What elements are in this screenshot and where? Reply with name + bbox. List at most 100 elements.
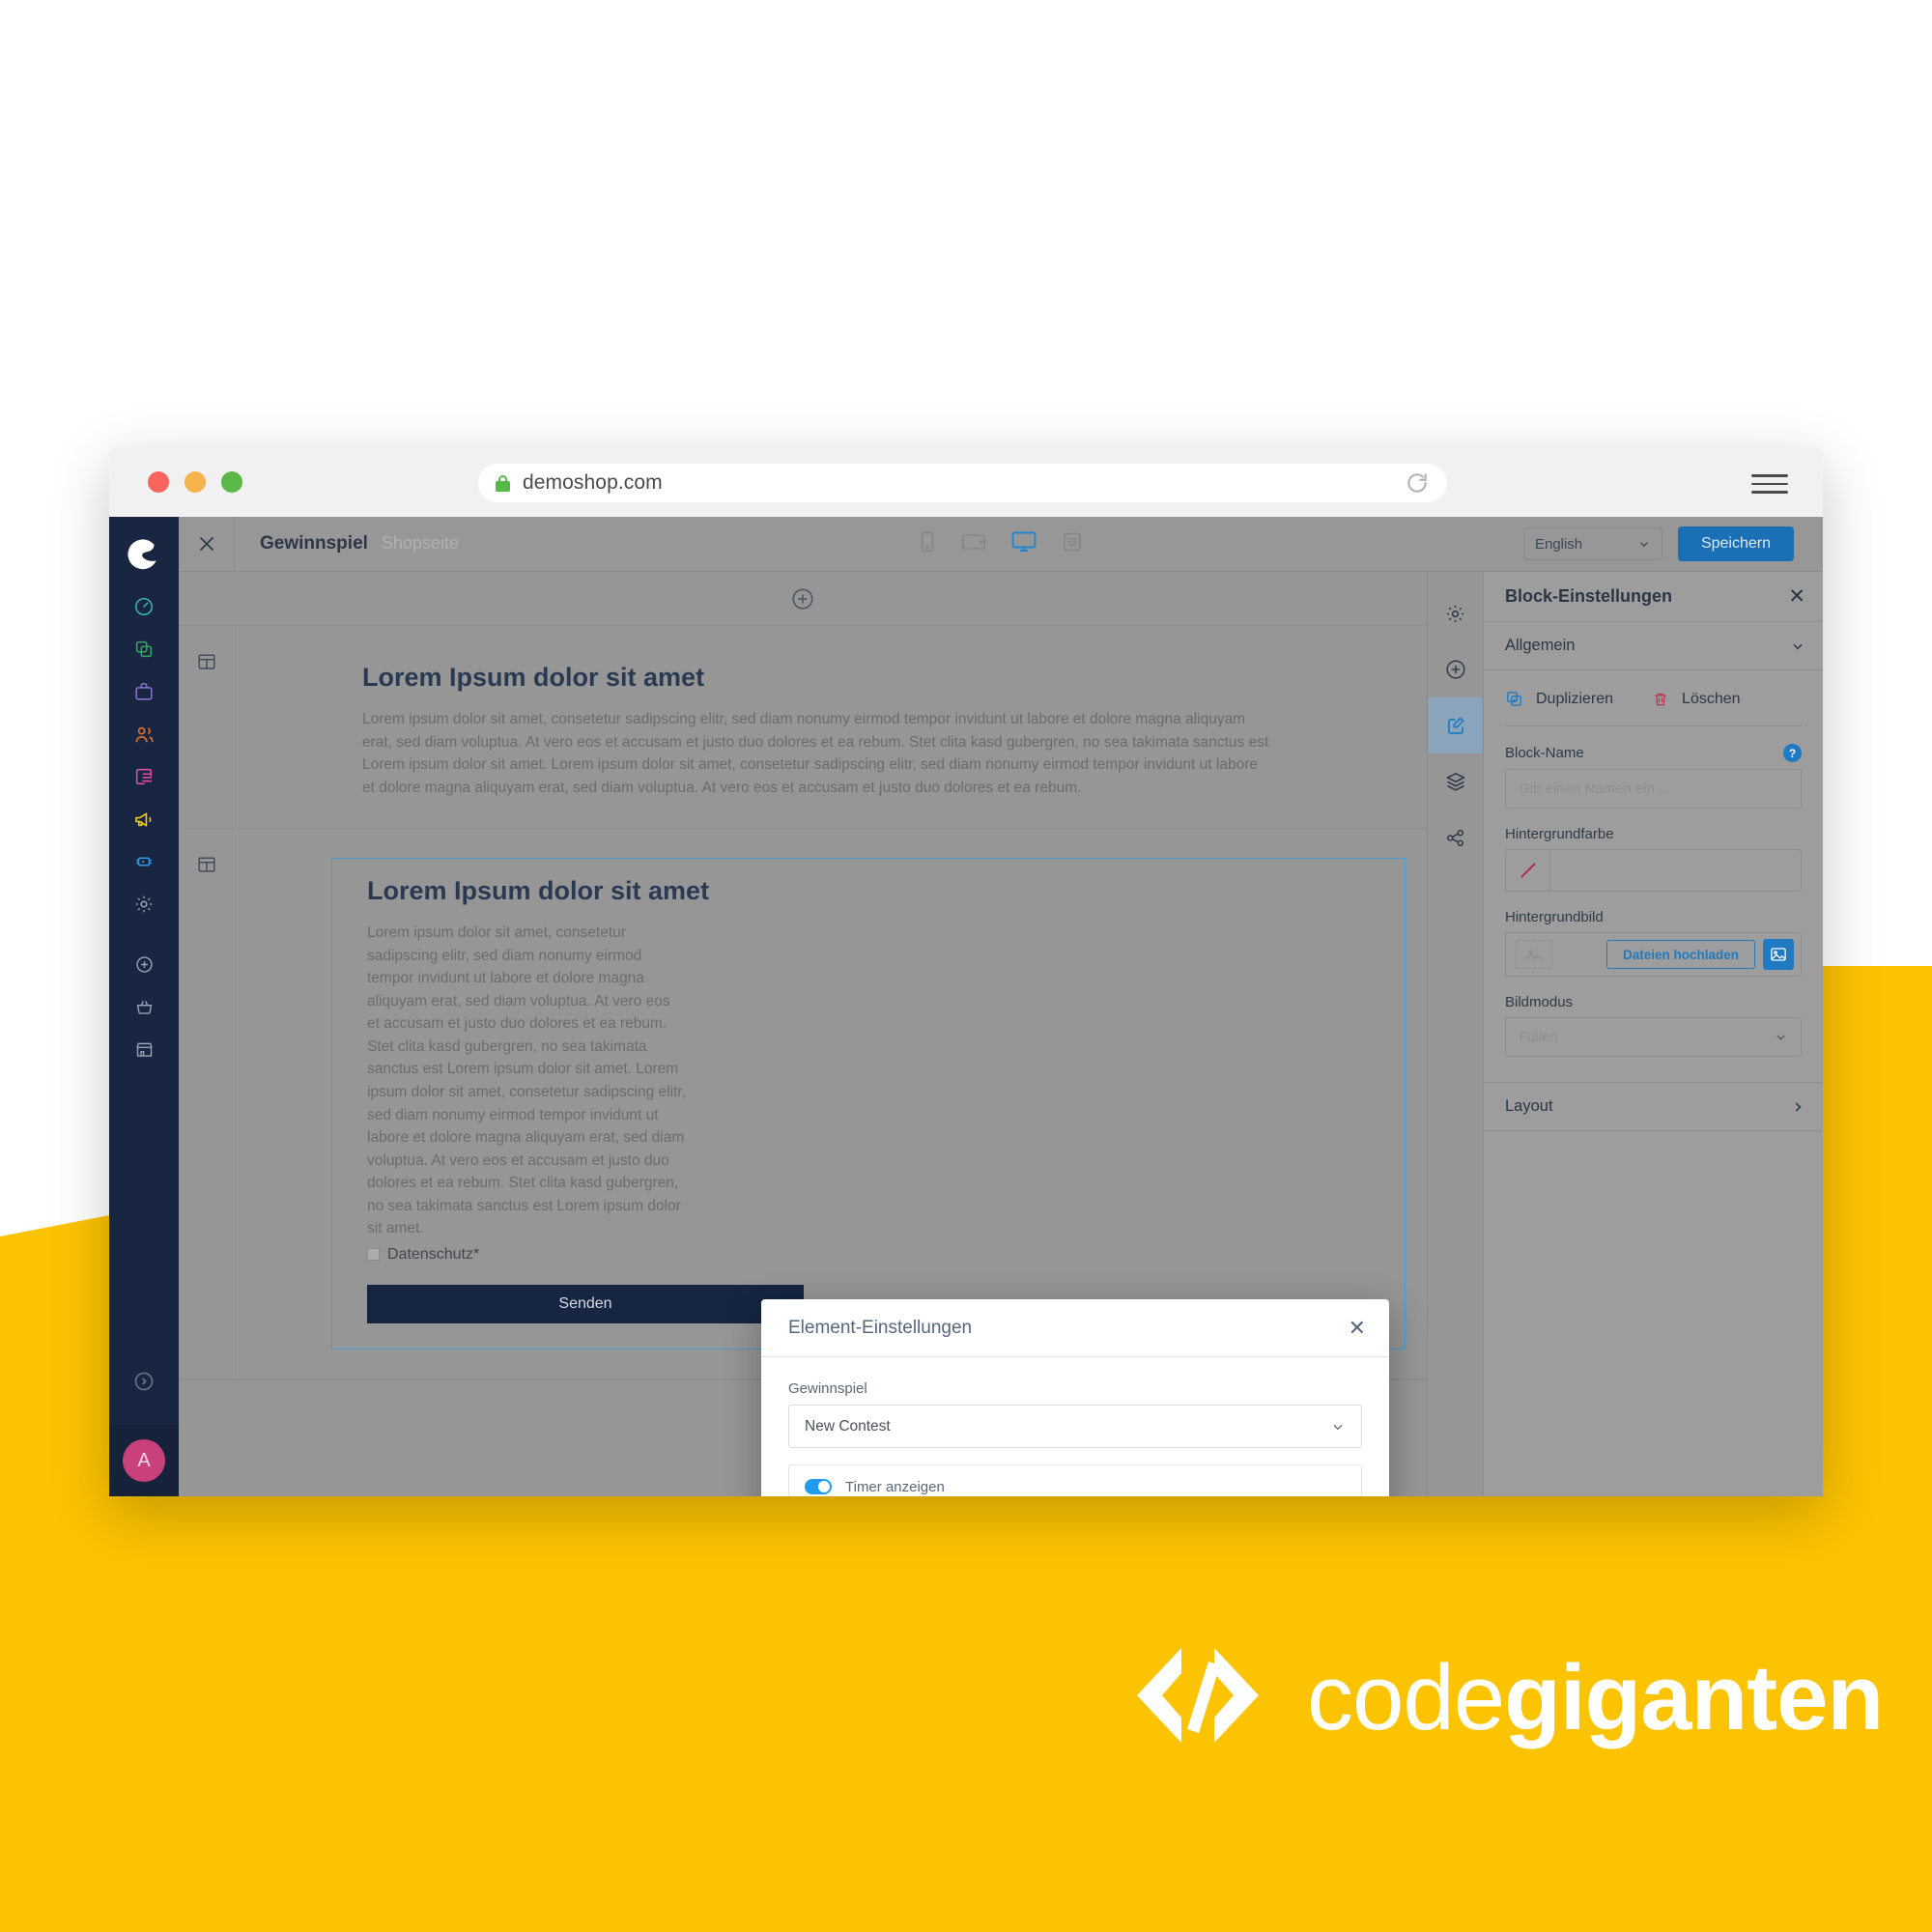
reload-icon[interactable] [1405,470,1430,496]
bg-color-label: Hintergrundfarbe [1505,826,1614,842]
cms-section[interactable]: Lorem Ipsum dolor sit amet Lorem ipsum d… [179,829,1427,1379]
duplicate-icon [1507,692,1521,706]
media-library-button[interactable] [1763,939,1794,970]
codegiganten-logo-icon [1125,1642,1270,1753]
section-layout-icon [198,857,214,872]
sidebar-item-add[interactable] [109,943,179,985]
plus-circle-icon [1445,660,1465,679]
main-sidebar: A [109,517,179,1496]
bg-image-control: Dateien hochladen [1505,932,1802,977]
minimize-window-button[interactable] [185,471,206,493]
codegiganten-brand: codegiganten [1125,1642,1884,1753]
upload-files-button[interactable]: Dateien hochladen [1605,940,1755,969]
brand-text-light: code [1307,1645,1505,1749]
accordion-layout[interactable]: Layout [1484,1083,1823,1131]
help-icon[interactable]: ? [1783,744,1802,762]
hamburger-menu-icon[interactable] [1751,474,1788,494]
close-editor-button[interactable] [179,516,235,572]
bg-color-control[interactable] [1505,849,1802,892]
add-section-top[interactable] [179,572,1427,626]
page-root: demoshop.com A Gewinnspiel Shopseite Eng… [0,0,1932,1932]
image-mode-select[interactable]: Füllen [1505,1017,1802,1057]
toggle-timer[interactable] [805,1479,832,1494]
modal-header: Element-Einstellungen ✕ [761,1299,1389,1357]
browser-chrome: demoshop.com [109,447,1823,517]
chevron-down-icon [1793,643,1803,649]
toggle-timer-label: Timer anzeigen [845,1478,945,1495]
shopware-logo[interactable] [128,538,160,576]
contest-select[interactable]: New Contest [788,1405,1362,1448]
layers-icon [1446,773,1464,791]
image-mode-value: Füllen [1519,1029,1558,1045]
section-body: Lorem Ipsum dolor sit amet Lorem ipsum d… [235,626,1427,828]
delete-label: Löschen [1682,690,1741,707]
cms-block-selected[interactable]: Lorem Ipsum dolor sit amet Lorem ipsum d… [331,858,1406,1350]
no-color-icon[interactable] [1506,850,1550,891]
bg-image-field: Hintergrundbild Dateien hochladen [1505,909,1802,977]
image-mode-label: Bildmodus [1505,994,1574,1010]
sidebar-item-store[interactable] [109,1028,179,1070]
section-layout-icon [198,654,214,669]
mobile-icon[interactable] [918,530,937,558]
block-heading: Lorem Ipsum dolor sit amet [362,663,705,692]
sidebar-item-content[interactable] [109,755,179,798]
cms-block[interactable]: Lorem Ipsum dolor sit amet Lorem ipsum d… [235,649,1427,799]
save-button[interactable]: Speichern [1677,526,1794,561]
cms-section[interactable]: Lorem Ipsum dolor sit amet Lorem ipsum d… [179,626,1427,830]
gear-icon [1446,605,1464,622]
user-menu[interactable]: A [109,1425,179,1496]
sidebar-item-customers[interactable] [109,713,179,755]
rail-layers-button[interactable] [1428,753,1484,810]
modal-body: Gewinnspiel New Contest Timer anzeigen T… [761,1357,1389,1496]
sidebar-item-dashboard[interactable] [109,585,179,628]
close-window-button[interactable] [148,471,169,493]
address-bar[interactable]: demoshop.com [478,464,1447,502]
sidebar-item-catalogues[interactable] [109,628,179,670]
modal-title: Element-Einstellungen [788,1317,973,1338]
block-name-input[interactable]: Gib einen Namen ein ... [1505,769,1802,809]
close-icon[interactable]: ✕ [1349,1317,1366,1339]
language-select[interactable]: English [1522,527,1662,560]
sidebar-item-marketing[interactable] [109,798,179,840]
duplicate-label: Duplizieren [1536,690,1614,707]
shopware-admin: A Gewinnspiel Shopseite English Speicher… [109,516,1823,1496]
image-placeholder-icon [1516,940,1552,969]
submit-button[interactable]: Senden [367,1284,804,1323]
panel-content: Duplizieren Löschen Block-Name ? Gib ein… [1484,670,1823,1057]
sidebar-item-orders[interactable] [109,670,179,713]
delete-block-button[interactable]: Löschen [1652,691,1741,708]
accordion-general[interactable]: Allgemein [1484,622,1823,670]
sidebar-item-settings[interactable] [109,883,179,925]
privacy-checkbox[interactable] [367,1248,380,1262]
editor-toolbar: Gewinnspiel Shopseite English Speichern [179,516,1823,572]
block-name-label: Block-Name [1505,745,1584,761]
desktop-icon[interactable] [1010,529,1037,559]
maximize-window-button[interactable] [221,471,242,493]
share-nodes-icon [1446,829,1464,846]
rail-share-button[interactable] [1428,810,1484,866]
rail-edit-button[interactable] [1427,697,1484,753]
rail-settings-button[interactable] [1428,585,1484,641]
section-handle[interactable] [179,829,235,1378]
image-mode-field: Bildmodus Füllen [1505,994,1802,1057]
block-paragraph: Lorem ipsum dolor sit amet, consetetur s… [367,924,686,1237]
close-icon[interactable]: ✕ [1788,586,1805,607]
list-view-icon[interactable] [1061,530,1084,558]
bg-color-input[interactable] [1550,850,1801,891]
section-handle[interactable] [179,626,235,829]
brand-wordmark: codegiganten [1307,1651,1884,1745]
sidebar-footer: A [109,1370,179,1496]
panel-header: Block-Einstellungen ✕ [1484,572,1823,622]
toggle-row-timer[interactable]: Timer anzeigen [788,1464,1362,1496]
sidebar-item-shopping-basket[interactable] [109,985,179,1028]
sidebar-item-extensions[interactable] [109,840,179,883]
language-value: English [1534,535,1583,553]
chevron-right-circle-icon[interactable] [132,1370,156,1398]
chevron-right-icon [1795,1101,1802,1112]
duplicate-block-button[interactable]: Duplizieren [1505,690,1613,708]
contest-field-label: Gewinnspiel [788,1380,867,1397]
tablet-icon[interactable] [960,530,987,558]
privacy-label: Datenschutz* [387,1245,480,1263]
privacy-checkbox-row[interactable]: Datenschutz* [367,1246,1370,1264]
rail-add-button[interactable] [1428,641,1484,697]
